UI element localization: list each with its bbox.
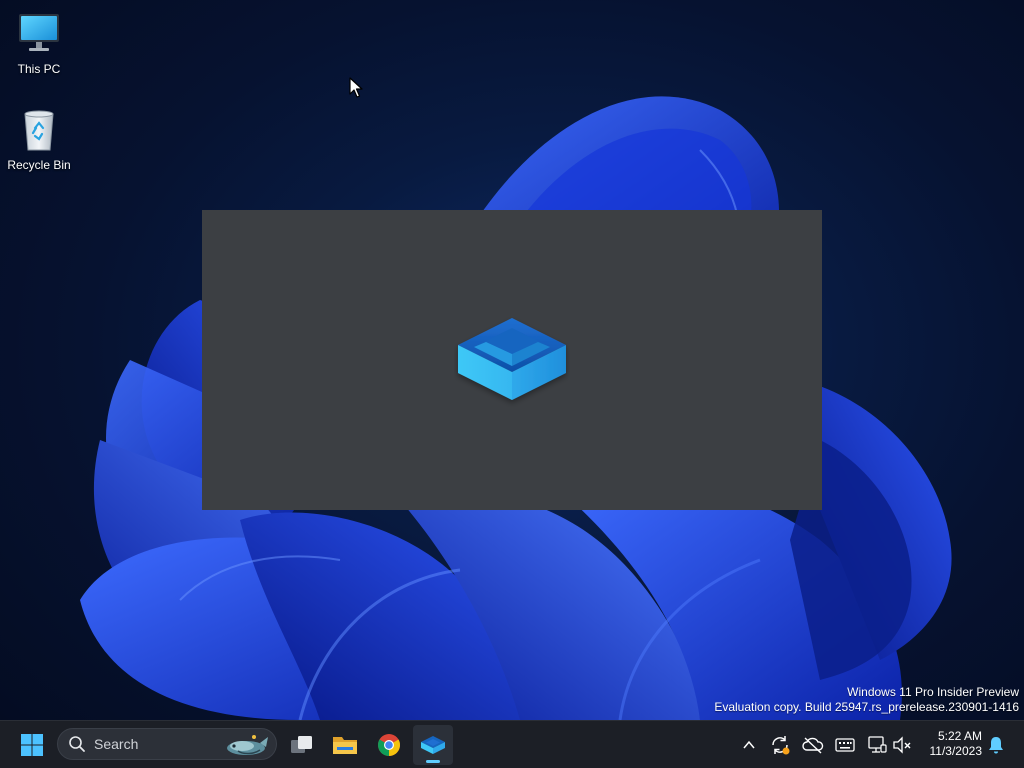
sandbox-taskbar-button[interactable]	[413, 725, 453, 765]
search-highlight-icon	[227, 735, 268, 755]
desktop-icon-label: Recycle Bin	[7, 158, 71, 172]
clock-date: 11/3/2023	[929, 744, 983, 758]
chrome-icon	[378, 734, 400, 756]
network-button[interactable]	[865, 733, 889, 757]
desktop: This PC Recycle Bin Windows 11 Pro Insid…	[0, 0, 1024, 768]
search-label: Search	[94, 736, 139, 752]
active-app-indicator	[426, 760, 440, 763]
watermark-edition: Windows 11 Pro Insider Preview	[847, 685, 1019, 699]
desktop-icon-recycle-bin[interactable]: Recycle Bin	[1, 106, 77, 172]
volume-muted-icon	[893, 736, 911, 754]
keyboard-icon	[835, 738, 855, 752]
notifications-button[interactable]	[984, 733, 1008, 757]
mouse-cursor-icon	[349, 77, 363, 98]
onedrive-button[interactable]	[801, 733, 825, 757]
watermark-build: Evaluation copy. Build 25947.rs_prerelea…	[714, 700, 1019, 714]
sandbox-splash-window[interactable]	[202, 210, 822, 510]
recycle-bin-icon	[24, 110, 54, 151]
folder-icon	[333, 737, 357, 754]
taskbar: Search 5:22 AM 11/3/2023	[0, 720, 1024, 768]
taskbar-clock[interactable]: 5:22 AM 11/3/2023	[930, 729, 983, 759]
touch-keyboard-button[interactable]	[833, 733, 857, 757]
sync-icon	[772, 736, 790, 755]
search-icon	[69, 736, 85, 752]
task-view-icon	[291, 736, 312, 753]
chevron-up-icon	[743, 740, 755, 749]
desktop-icon-label: This PC	[17, 62, 61, 76]
file-explorer-button[interactable]	[325, 725, 365, 765]
onedrive-off-icon	[802, 737, 824, 754]
sandbox-icon	[421, 736, 445, 754]
clock-time: 5:22 AM	[937, 729, 982, 743]
show-hidden-icons-button[interactable]	[737, 733, 761, 757]
start-button[interactable]	[12, 725, 52, 765]
desktop-icon-this-pc[interactable]: This PC	[1, 10, 77, 76]
chrome-button[interactable]	[369, 725, 409, 765]
os-build-watermark: Windows 11 Pro Insider Preview Evaluatio…	[714, 685, 1019, 715]
network-icon	[868, 736, 887, 753]
windows-start-icon	[21, 734, 43, 756]
volume-button[interactable]	[890, 733, 914, 757]
sync-status-button[interactable]	[768, 733, 792, 757]
sandbox-box-icon	[458, 318, 566, 400]
task-view-button[interactable]	[282, 725, 322, 765]
taskbar-search-box[interactable]: Search	[57, 728, 277, 760]
monitor-icon	[19, 14, 59, 51]
notification-bell-icon	[989, 737, 1003, 754]
